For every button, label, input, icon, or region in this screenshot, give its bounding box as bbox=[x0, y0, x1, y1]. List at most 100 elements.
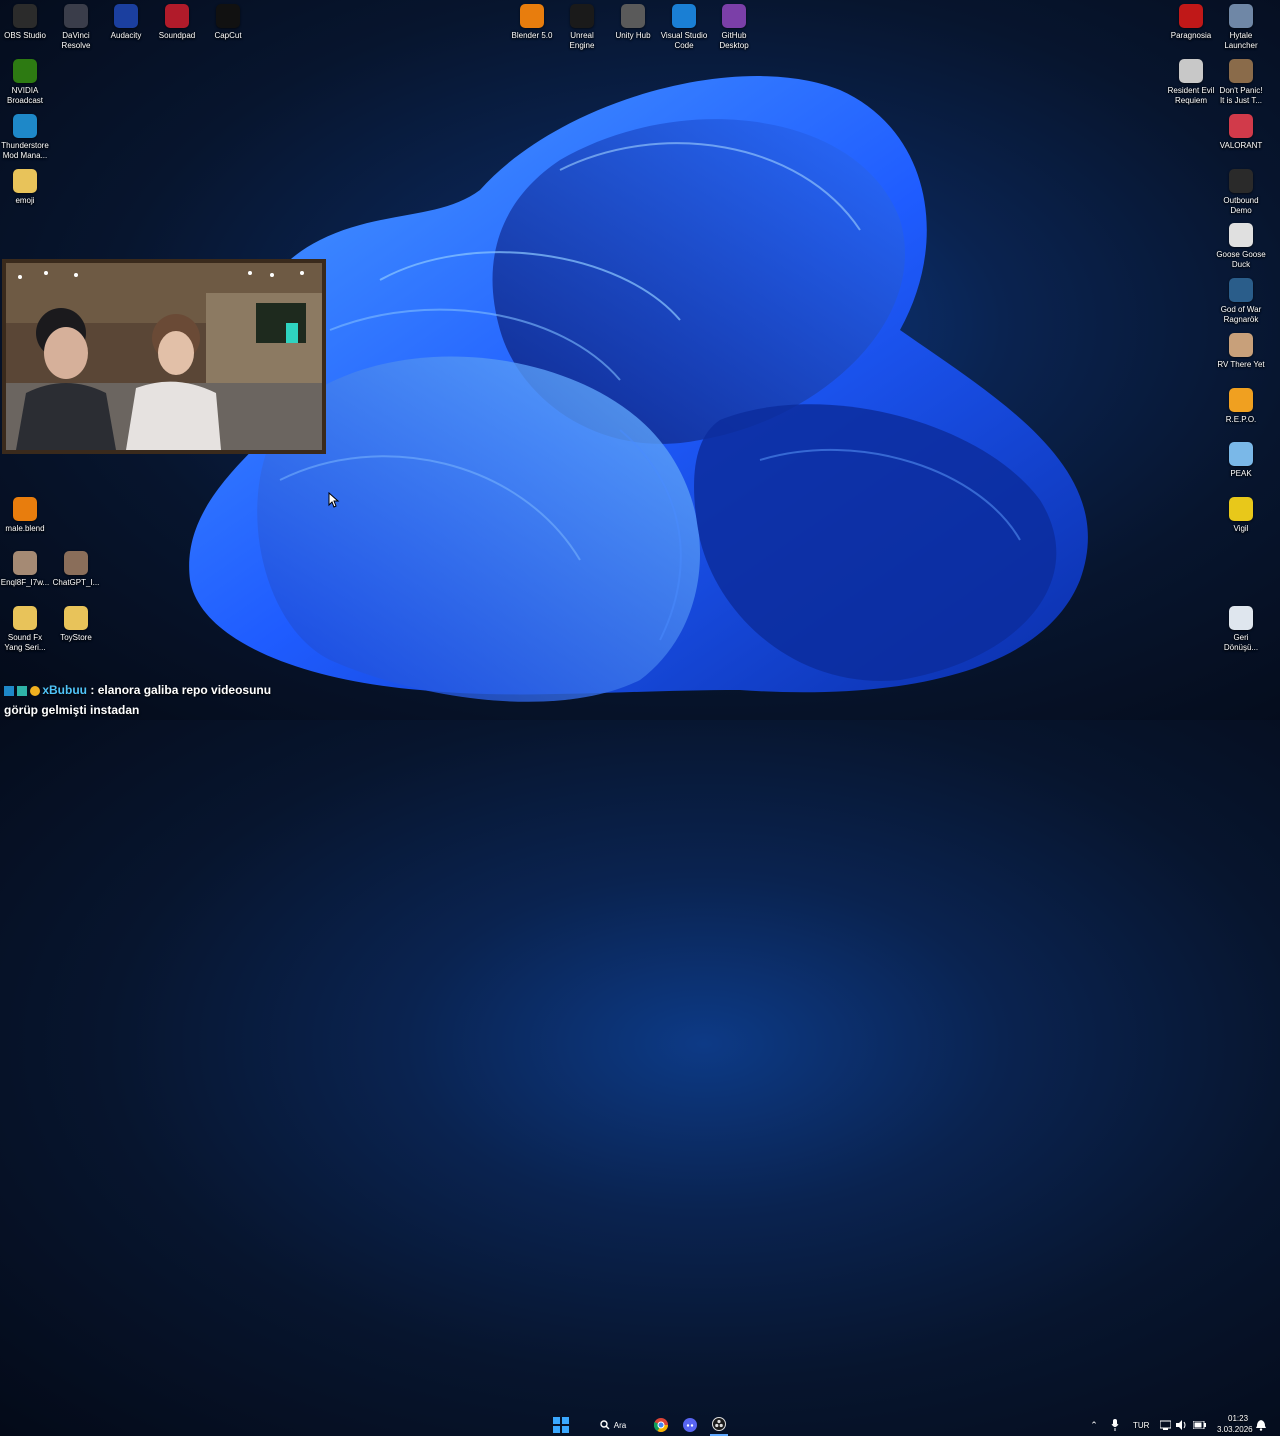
vigil-icon bbox=[1229, 497, 1253, 521]
notification-bell-icon[interactable] bbox=[1255, 1414, 1267, 1436]
desktop-shortcut-label: Blender 5.0 bbox=[511, 31, 553, 40]
desktop-shortcut-label: Goose Goose Duck bbox=[1216, 250, 1266, 269]
taskbar-discord[interactable] bbox=[681, 1414, 699, 1436]
desktop-shortcut-label: Outbound Demo bbox=[1223, 196, 1259, 215]
image-file-icon bbox=[13, 551, 37, 575]
volume-icon[interactable] bbox=[1175, 1414, 1187, 1436]
desktop-shortcut[interactable]: Visual Studio Code bbox=[659, 4, 709, 51]
desktop-shortcut-label: emoji bbox=[15, 196, 35, 205]
hytale-icon bbox=[1229, 4, 1253, 28]
desktop-shortcut[interactable]: male.blend bbox=[0, 497, 50, 534]
chat-badges bbox=[4, 686, 42, 697]
desktop-shortcut[interactable]: God of War Ragnarök bbox=[1216, 278, 1266, 325]
desktop-shortcut-label: Thunderstore Mod Mana... bbox=[1, 141, 49, 160]
microphone-icon[interactable] bbox=[1109, 1414, 1121, 1436]
discord-icon bbox=[683, 1418, 697, 1432]
desktop-shortcut[interactable]: Unity Hub bbox=[608, 4, 658, 41]
god-of-war-icon bbox=[1229, 278, 1253, 302]
audacity-icon bbox=[114, 4, 138, 28]
desktop-shortcut[interactable]: DaVinci Resolve bbox=[51, 4, 101, 51]
desktop-shortcut-label: Don't Panic! It is Just T... bbox=[1219, 86, 1263, 105]
thunderstore-icon bbox=[13, 114, 37, 138]
desktop-shortcut-label: Sound Fx Yang Seri... bbox=[4, 633, 46, 652]
desktop-shortcut-label: Vigil bbox=[1233, 524, 1249, 533]
desktop-shortcut-label: PEAK bbox=[1230, 469, 1252, 478]
desktop-shortcut[interactable]: Paragnosia bbox=[1166, 4, 1216, 41]
goose-icon bbox=[1229, 223, 1253, 247]
desktop-shortcut[interactable]: Vigil bbox=[1216, 497, 1266, 534]
unity-icon bbox=[621, 4, 645, 28]
desktop-shortcut-label: Soundpad bbox=[158, 31, 196, 40]
language-indicator[interactable]: TUR bbox=[1133, 1421, 1149, 1430]
valorant-icon bbox=[1229, 114, 1253, 138]
blender-file-icon bbox=[13, 497, 37, 521]
desktop-shortcut[interactable]: Soundpad bbox=[152, 4, 202, 41]
desktop-shortcut[interactable]: NVIDIA Broadcast bbox=[0, 59, 50, 106]
desktop-shortcut-label: Audacity bbox=[110, 31, 142, 40]
dont-panic-icon bbox=[1229, 59, 1253, 83]
taskbar-obs[interactable] bbox=[710, 1414, 728, 1436]
clock-date[interactable]: 3.03.2026 bbox=[1217, 1425, 1253, 1434]
desktop-shortcut-label: Resident Evil Requiem bbox=[1167, 86, 1215, 105]
taskbar-chrome[interactable] bbox=[652, 1414, 670, 1436]
desktop-shortcut[interactable]: emoji bbox=[0, 169, 50, 206]
desktop-shortcut[interactable]: Geri Dönüşü... bbox=[1216, 606, 1266, 653]
clock-time[interactable]: 01:23 bbox=[1228, 1414, 1248, 1423]
desktop-shortcut-label: CapCut bbox=[214, 31, 242, 40]
desktop-shortcut[interactable]: Sound Fx Yang Seri... bbox=[0, 606, 50, 653]
desktop-shortcut[interactable]: Enql8F_I7w... bbox=[0, 551, 50, 588]
desktop-shortcut[interactable]: RV There Yet bbox=[1216, 333, 1266, 370]
network-icon[interactable] bbox=[1159, 1414, 1171, 1436]
desktop-shortcut-label: Hytale Launcher bbox=[1224, 31, 1258, 50]
rv-icon bbox=[1229, 333, 1253, 357]
taskbar-search-label: Ara bbox=[613, 1420, 627, 1430]
chat-username: xBubuu bbox=[42, 683, 88, 697]
desktop-shortcut[interactable]: PEAK bbox=[1216, 442, 1266, 479]
nvidia-icon bbox=[13, 59, 37, 83]
desktop-shortcut[interactable]: Thunderstore Mod Mana... bbox=[0, 114, 50, 161]
desktop-shortcut[interactable]: OBS Studio bbox=[0, 4, 50, 41]
desktop-shortcut[interactable]: Hytale Launcher bbox=[1216, 4, 1266, 51]
chrome-icon bbox=[654, 1418, 668, 1432]
taskbar-search-button[interactable]: Ara bbox=[592, 1414, 634, 1436]
desktop-shortcut-label: VALORANT bbox=[1219, 141, 1263, 150]
desktop-shortcut-label: ChatGPT_I... bbox=[52, 578, 100, 587]
webcam-scene bbox=[6, 263, 322, 450]
desktop-shortcut[interactable]: VALORANT bbox=[1216, 114, 1266, 151]
desktop-shortcut-label: male.blend bbox=[5, 524, 45, 533]
desktop-shortcut[interactable]: CapCut bbox=[203, 4, 253, 41]
folder-icon bbox=[13, 606, 37, 630]
desktop-shortcut[interactable]: Don't Panic! It is Just T... bbox=[1216, 59, 1266, 106]
recycle-bin-icon bbox=[1229, 606, 1253, 630]
desktop-shortcut-label: DaVinci Resolve bbox=[61, 31, 91, 50]
desktop-shortcut[interactable]: Goose Goose Duck bbox=[1216, 223, 1266, 270]
desktop-shortcut[interactable]: ToyStore bbox=[51, 606, 101, 643]
desktop-shortcut-label: Visual Studio Code bbox=[660, 31, 708, 50]
desktop-shortcut-label: Unreal Engine bbox=[569, 31, 595, 50]
desktop-shortcut[interactable]: Blender 5.0 bbox=[507, 4, 557, 41]
chat-separator: : bbox=[87, 683, 98, 697]
peak-icon bbox=[1229, 442, 1253, 466]
desktop-shortcut-label: OBS Studio bbox=[4, 31, 46, 40]
unreal-icon bbox=[570, 4, 594, 28]
desktop-shortcut[interactable]: Resident Evil Requiem bbox=[1166, 59, 1216, 106]
folder-icon bbox=[64, 606, 88, 630]
desktop-shortcut-label: NVIDIA Broadcast bbox=[6, 86, 44, 105]
desktop-shortcut[interactable]: Outbound Demo bbox=[1216, 169, 1266, 216]
desktop-shortcut-label: Geri Dönüşü... bbox=[1223, 633, 1259, 652]
desktop-shortcut-label: God of War Ragnarök bbox=[1220, 305, 1262, 324]
tray-overflow-chevron-icon[interactable]: ⌃ bbox=[1088, 1414, 1100, 1436]
desktop-shortcut[interactable]: GitHub Desktop bbox=[709, 4, 759, 51]
image-file-icon bbox=[64, 551, 88, 575]
desktop-shortcut-label: Paragnosia bbox=[1170, 31, 1212, 40]
obs-icon bbox=[712, 1417, 726, 1431]
desktop-shortcut[interactable]: Audacity bbox=[101, 4, 151, 41]
chat-overlay: xBubuu : elanora galiba repo videosunu g… bbox=[4, 681, 304, 720]
desktop-shortcut-label: GitHub Desktop bbox=[719, 31, 749, 50]
start-button[interactable] bbox=[551, 1414, 571, 1436]
repo-icon bbox=[1229, 388, 1253, 412]
battery-icon[interactable] bbox=[1192, 1414, 1206, 1436]
desktop-shortcut[interactable]: ChatGPT_I... bbox=[51, 551, 101, 588]
desktop-shortcut[interactable]: Unreal Engine bbox=[557, 4, 607, 51]
desktop-shortcut[interactable]: R.E.P.O. bbox=[1216, 388, 1266, 425]
